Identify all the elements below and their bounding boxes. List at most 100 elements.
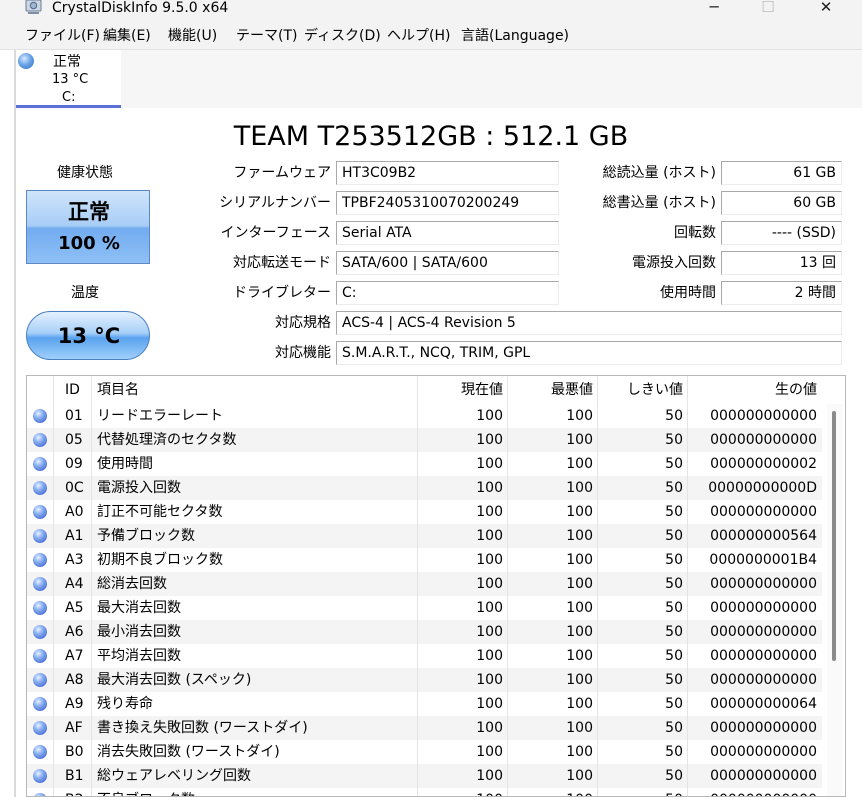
row-raw-value: 000000000000 — [710, 648, 817, 664]
status-dot-icon — [33, 457, 47, 471]
menu-theme[interactable]: テーマ(T) — [236, 27, 297, 45]
table-row[interactable]: B2不良ブロック数10010050000000000000 — [27, 788, 822, 796]
status-dot-icon — [33, 673, 47, 687]
menu-file[interactable]: ファイル(F) — [25, 27, 100, 45]
table-row[interactable]: A6 最小消去回数 100 100 50 000000000000 — [27, 620, 822, 644]
table-row[interactable]: A7 平均消去回数 100 100 50 000000000000 — [27, 644, 822, 668]
menu-function[interactable]: 機能(U) — [168, 27, 217, 45]
table-row[interactable]: B0 消去失敗回数 (ワーストダイ) 100 100 50 000000000000 — [27, 740, 822, 764]
row-current-value: 100 — [476, 480, 503, 496]
header-attribute-name[interactable]: 項目名 — [97, 381, 139, 399]
row-raw-value: 000000000064 — [710, 696, 817, 712]
row-worst-value: 100 — [566, 504, 593, 520]
table-row[interactable]: A1 予備ブロック数 100 100 50 000000000564 — [27, 524, 822, 548]
row-attribute-name: 最大消去回数 — [97, 600, 181, 616]
table-row[interactable]: 01 リードエラーレート 100 100 50 000000000000 — [27, 404, 822, 428]
row-attribute-name: 最小消去回数 — [97, 624, 181, 640]
health-status-button[interactable]: 正常 100 % — [26, 190, 150, 264]
menu-disk[interactable]: ディスク(D) — [304, 27, 381, 45]
header-separator — [597, 376, 598, 404]
row-raw-value: 000000000000 — [710, 504, 817, 520]
row-threshold-value: 50 — [665, 648, 683, 664]
row-attribute-name: 代替処理済のセクタ数 — [97, 432, 237, 448]
close-icon[interactable]: ✕ — [803, 0, 849, 16]
menu-help[interactable]: ヘルプ(H) — [387, 27, 450, 45]
row-current-value: 100 — [476, 672, 503, 688]
table-row[interactable]: 0C 電源投入回数 100 100 50 00000000000D — [27, 476, 822, 500]
minimize-icon[interactable]: ─ — [691, 0, 737, 16]
row-attribute-name: 書き換え失敗回数 (ワーストダイ) — [97, 720, 308, 736]
drive-letter-label: ドライブレター — [233, 285, 331, 301]
table-row[interactable]: A3 初期不良ブロック数 100 100 50 0000000001B4 — [27, 548, 822, 572]
total-host-reads-value: 61 GB — [721, 161, 842, 185]
smart-attributes-table[interactable]: ID 項目名 現在値 最悪値 しきい値 生の値 01 リードエラーレート 100 10… — [26, 375, 846, 797]
scrollbar-thumb[interactable] — [832, 411, 836, 661]
row-attribute-name: 最大消去回数 (スペック) — [97, 672, 252, 688]
disk-tab-temperature: 13 °C — [52, 72, 89, 87]
row-threshold-value: 50 — [665, 552, 683, 568]
table-row[interactable]: A8 最大消去回数 (スペック) 100 100 50 000000000000 — [27, 668, 822, 692]
header-id[interactable]: ID — [65, 381, 80, 399]
row-worst-value: 100 — [566, 576, 593, 592]
table-row[interactable]: 05 代替処理済のセクタ数 100 100 50 000000000000 — [27, 428, 822, 452]
row-raw-value: 000000000000 — [710, 408, 817, 424]
row-raw-value: 0000000001B4 — [709, 552, 817, 568]
row-threshold-value: 50 — [599, 791, 683, 796]
crystaldiskinfo-app-icon — [25, 0, 42, 15]
row-worst-value: 100 — [566, 624, 593, 640]
row-threshold-value: 50 — [665, 408, 683, 424]
table-row[interactable]: A0 訂正不可能セクタ数 100 100 50 000000000000 — [27, 500, 822, 524]
row-raw-value: 000000000000 — [710, 720, 817, 736]
menu-language[interactable]: 言語(Language) — [461, 27, 569, 45]
row-worst-value: 100 — [566, 648, 593, 664]
row-current-value: 100 — [476, 456, 503, 472]
row-threshold-value: 50 — [665, 696, 683, 712]
rotation-rate-value: ---- (SSD) — [721, 221, 842, 245]
power-on-count-label: 電源投入回数 — [632, 255, 716, 271]
row-current-value: 100 — [476, 576, 503, 592]
row-threshold-value: 50 — [665, 576, 683, 592]
table-row[interactable]: B1 総ウェアレベリング回数 100 100 50 000000000000 — [27, 764, 822, 788]
column-gridline — [53, 404, 54, 796]
maximize-icon[interactable]: ☐ — [745, 0, 791, 16]
row-worst-value: 100 — [566, 480, 593, 496]
health-status-value: 正常 — [68, 200, 110, 224]
disk-tab-c[interactable]: 正常 13 °C C: — [16, 50, 121, 108]
row-worst-value: 100 — [566, 552, 593, 568]
row-current-value: 100 — [476, 696, 503, 712]
row-raw-value: 000000000564 — [710, 528, 817, 544]
table-row[interactable]: A4 総消去回数 100 100 50 000000000000 — [27, 572, 822, 596]
header-threshold[interactable]: しきい値 — [599, 381, 683, 399]
transfer-mode-label: 対応転送モード — [233, 255, 331, 271]
menu-edit[interactable]: 編集(E) — [103, 27, 151, 45]
window-left-edge — [14, 50, 16, 797]
table-row[interactable]: A5 最大消去回数 100 100 50 000000000000 — [27, 596, 822, 620]
row-attribute-name: 不良ブロック数 — [97, 791, 397, 796]
table-row[interactable]: A9 残り寿命 100 100 50 000000000064 — [27, 692, 822, 716]
status-dot-icon — [33, 649, 47, 663]
header-worst[interactable]: 最悪値 — [509, 381, 593, 399]
row-current-value: 100 — [419, 791, 503, 796]
header-raw-value[interactable]: 生の値 — [689, 381, 817, 399]
column-gridline — [507, 404, 508, 796]
features-label: 対応機能 — [275, 345, 331, 361]
header-current[interactable]: 現在値 — [419, 381, 503, 399]
row-current-value: 100 — [476, 600, 503, 616]
status-dot-icon — [33, 745, 47, 759]
temperature-button[interactable]: 13 °C — [26, 311, 150, 360]
row-threshold-value: 50 — [665, 744, 683, 760]
row-worst-value: 100 — [566, 600, 593, 616]
table-row[interactable]: AF 書き換え失敗回数 (ワーストダイ) 100 100 50 000000000000 — [27, 716, 822, 740]
row-current-value: 100 — [476, 744, 503, 760]
total-host-reads-label: 総読込量 (ホスト) — [602, 165, 716, 181]
standard-label: 対応規格 — [275, 315, 331, 331]
row-attribute-name: 訂正不可能セクタ数 — [97, 504, 223, 520]
row-current-value: 100 — [476, 552, 503, 568]
rotation-rate-label: 回転数 — [674, 225, 716, 241]
menu-bar: ファイル(F) 編集(E) 機能(U) テーマ(T) ディスク(D) ヘルプ(H… — [0, 22, 862, 50]
row-raw-value: 000000000000 — [710, 576, 817, 592]
health-percent-value: 100 % — [58, 233, 120, 254]
health-status-icon — [18, 53, 34, 69]
firmware-value: HT3C09B2 — [336, 161, 559, 185]
table-row[interactable]: 09 使用時間 100 100 50 000000000002 — [27, 452, 822, 476]
